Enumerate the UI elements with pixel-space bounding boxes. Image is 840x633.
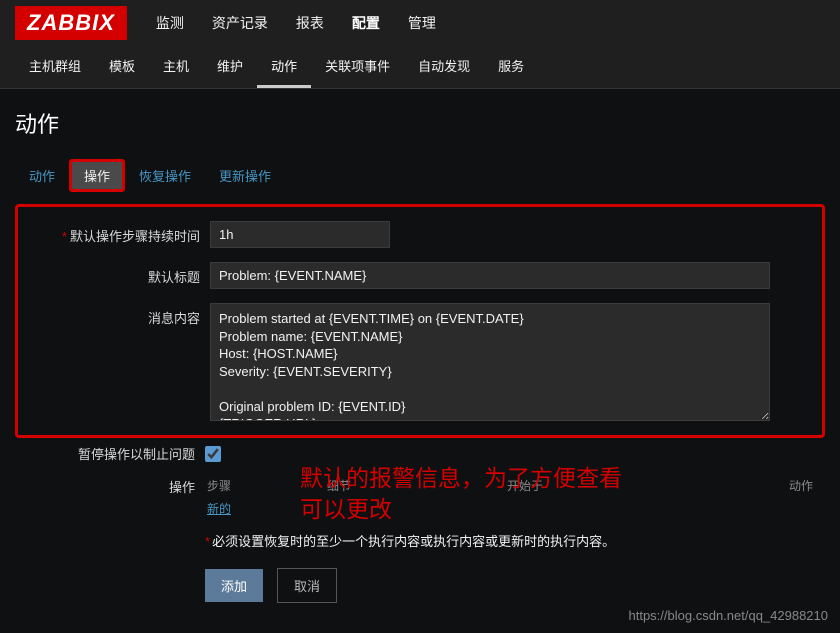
- textarea-message[interactable]: Problem started at {EVENT.TIME} on {EVEN…: [210, 303, 770, 421]
- page-title: 动作: [0, 89, 840, 159]
- ops-table: 步骤 细节 开始于 动作 新的 默认的报警信息，为了方便查看 可以更改: [205, 471, 825, 517]
- watermark: https://blog.csdn.net/qq_42988210: [629, 608, 829, 623]
- link-new[interactable]: 新的: [205, 500, 233, 518]
- row-message: 消息内容 Problem started at {EVENT.TIME} on …: [20, 303, 812, 421]
- main-nav: 监测 资产记录 报表 配置 管理: [142, 0, 450, 47]
- subnav-hostgroups[interactable]: 主机群组: [15, 46, 95, 88]
- sub-nav: 主机群组 模板 主机 维护 动作 关联项事件 自动发现 服务: [0, 46, 840, 89]
- col-steps: 步骤: [207, 477, 327, 494]
- subnav-templates[interactable]: 模板: [95, 46, 149, 88]
- header: ZABBIX 监测 资产记录 报表 配置 管理: [0, 0, 840, 46]
- input-title[interactable]: [210, 262, 770, 289]
- row-duration: *默认操作步骤持续时间: [20, 221, 812, 248]
- highlight-frame: *默认操作步骤持续时间 默认标题 消息内容 Problem started at…: [15, 204, 825, 438]
- nav-assets[interactable]: 资产记录: [198, 0, 282, 47]
- label-message: 消息内容: [20, 303, 210, 327]
- checkbox-pause[interactable]: [205, 446, 221, 462]
- col-details: 细节: [327, 477, 507, 494]
- tab-row: 动作 操作 恢复操作 更新操作: [0, 159, 840, 192]
- note-text: *必须设置恢复时的至少一个执行内容或执行内容或更新时的执行内容。: [205, 531, 615, 550]
- tab-operation[interactable]: 操作: [69, 159, 125, 192]
- subnav-actions[interactable]: 动作: [257, 46, 311, 88]
- nav-monitor[interactable]: 监测: [142, 0, 198, 47]
- cancel-button[interactable]: 取消: [277, 568, 337, 603]
- label-title: 默认标题: [20, 262, 210, 286]
- ops-section: 操作 步骤 细节 开始于 动作 新的 默认的报警信息，为了方便查看 可以更改: [15, 471, 825, 517]
- nav-config[interactable]: 配置: [338, 0, 394, 47]
- tab-recovery[interactable]: 恢复操作: [125, 159, 205, 192]
- label-pause: 暂停操作以制止问题: [15, 444, 205, 463]
- nav-admin[interactable]: 管理: [394, 0, 450, 47]
- label-ops: 操作: [15, 471, 205, 517]
- row-title: 默认标题: [20, 262, 812, 289]
- note-row: *必须设置恢复时的至少一个执行内容或执行内容或更新时的执行内容。: [15, 531, 825, 550]
- logo[interactable]: ZABBIX: [15, 6, 127, 40]
- subnav-correlation[interactable]: 关联项事件: [311, 46, 404, 88]
- col-action: 动作: [647, 477, 823, 494]
- col-start: 开始于: [507, 477, 647, 494]
- subnav-maintenance[interactable]: 维护: [203, 46, 257, 88]
- nav-reports[interactable]: 报表: [282, 0, 338, 47]
- ops-header: 步骤 细节 开始于 动作: [205, 471, 825, 500]
- subnav-services[interactable]: 服务: [484, 46, 538, 88]
- add-button[interactable]: 添加: [205, 569, 263, 602]
- row-pause: 暂停操作以制止问题: [15, 444, 825, 463]
- subnav-discovery[interactable]: 自动发现: [404, 46, 484, 88]
- button-row: 添加 取消: [205, 568, 825, 603]
- label-duration: *默认操作步骤持续时间: [20, 221, 210, 245]
- subnav-hosts[interactable]: 主机: [149, 46, 203, 88]
- input-duration[interactable]: [210, 221, 390, 248]
- tab-action[interactable]: 动作: [15, 159, 69, 192]
- tab-update[interactable]: 更新操作: [205, 159, 285, 192]
